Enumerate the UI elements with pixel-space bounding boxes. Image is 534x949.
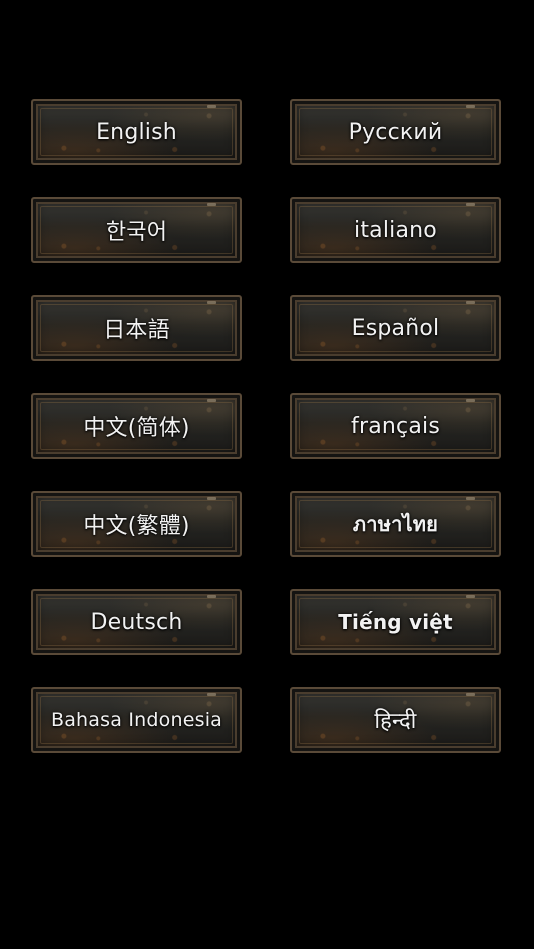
language-select-screen: English Русский 한국어 italiano 日本語 Español… bbox=[0, 0, 534, 949]
language-label: Deutsch bbox=[90, 609, 183, 635]
language-button-thai[interactable]: ภาษาไทย bbox=[290, 491, 501, 557]
language-button-hindi[interactable]: हिन्दी bbox=[290, 687, 501, 753]
language-label: Tiếng việt bbox=[338, 610, 453, 634]
language-label: 한국어 bbox=[105, 220, 168, 245]
language-button-german[interactable]: Deutsch bbox=[31, 589, 242, 655]
plate-rivet bbox=[207, 497, 216, 500]
language-button-english[interactable]: English bbox=[31, 99, 242, 165]
language-label: English bbox=[96, 119, 177, 145]
language-label: Español bbox=[351, 315, 440, 341]
language-label: 中文(繁體) bbox=[83, 514, 190, 539]
language-label: italiano bbox=[354, 217, 437, 243]
language-label: 日本語 bbox=[103, 318, 170, 343]
plate-rivet bbox=[466, 595, 475, 598]
plate-rivet bbox=[207, 203, 216, 206]
language-button-russian[interactable]: Русский bbox=[290, 99, 501, 165]
plate-rivet bbox=[207, 105, 216, 108]
language-label: 中文(简体) bbox=[83, 416, 190, 441]
language-button-chinese-simplified[interactable]: 中文(简体) bbox=[31, 393, 242, 459]
plate-rivet bbox=[207, 301, 216, 304]
language-button-spanish[interactable]: Español bbox=[290, 295, 501, 361]
language-button-french[interactable]: français bbox=[290, 393, 501, 459]
language-button-korean[interactable]: 한국어 bbox=[31, 197, 242, 263]
plate-rivet bbox=[466, 203, 475, 206]
language-button-japanese[interactable]: 日本語 bbox=[31, 295, 242, 361]
plate-rivet bbox=[207, 595, 216, 598]
language-label: ภาษาไทย bbox=[352, 512, 439, 536]
plate-rivet bbox=[466, 301, 475, 304]
language-button-indonesian[interactable]: Bahasa Indonesia bbox=[31, 687, 242, 753]
plate-rivet bbox=[466, 693, 475, 696]
plate-rivet bbox=[466, 497, 475, 500]
language-label: Русский bbox=[348, 119, 443, 145]
language-label: हिन्दी bbox=[374, 709, 417, 734]
language-button-chinese-traditional[interactable]: 中文(繁體) bbox=[31, 491, 242, 557]
language-button-vietnamese[interactable]: Tiếng việt bbox=[290, 589, 501, 655]
language-button-italian[interactable]: italiano bbox=[290, 197, 501, 263]
plate-rivet bbox=[207, 693, 216, 696]
plate-rivet bbox=[207, 399, 216, 402]
plate-rivet bbox=[466, 105, 475, 108]
language-label: français bbox=[351, 413, 440, 439]
plate-rivet bbox=[466, 399, 475, 402]
language-grid: English Русский 한국어 italiano 日本語 Español… bbox=[31, 99, 501, 753]
language-label: Bahasa Indonesia bbox=[50, 709, 223, 731]
